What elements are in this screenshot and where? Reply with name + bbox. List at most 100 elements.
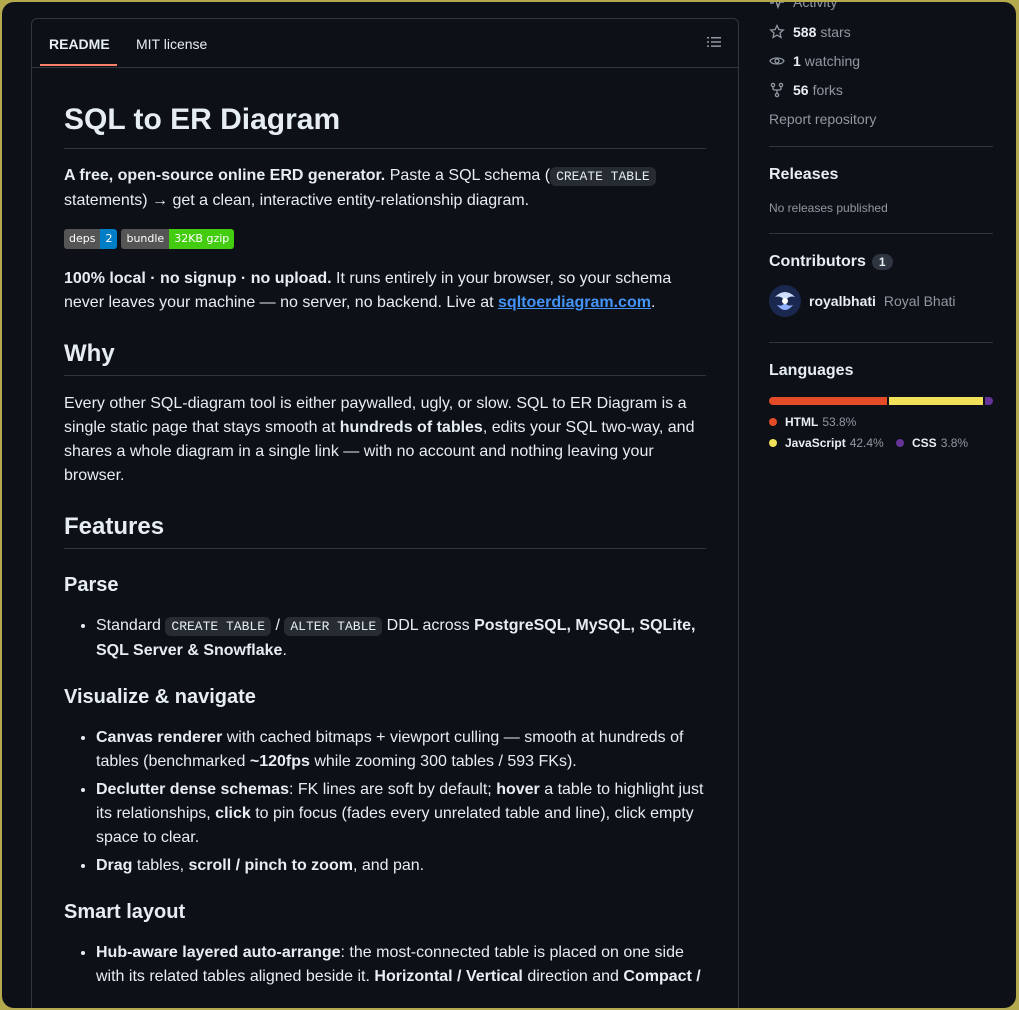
- language-segment-html: [769, 397, 888, 405]
- window-frame: README MIT license SQL to ER Diagram A f…: [2, 2, 1016, 1008]
- visualize-heading: Visualize & navigate: [64, 685, 256, 708]
- avatar: [769, 285, 801, 317]
- badge-key: bundle: [121, 228, 170, 249]
- language-segment-javascript: [889, 397, 983, 405]
- watching-link[interactable]: 1 watching: [769, 53, 860, 69]
- stars-count: 588: [793, 24, 817, 40]
- intro-paragraph: A free, open-source online ERD generator…: [64, 164, 706, 213]
- divider: [769, 146, 993, 147]
- parse-heading: Parse: [64, 573, 119, 596]
- activity-label: Activity: [793, 2, 838, 10]
- text: tables,: [132, 856, 189, 874]
- tab-mit-license[interactable]: MIT license: [136, 36, 207, 52]
- local-paragraph: 100% local · no signup · no upload. It r…: [64, 267, 706, 315]
- local-bold: 100% local · no signup · no upload.: [64, 269, 332, 287]
- language-css[interactable]: CSS 3.8%: [896, 436, 968, 450]
- outline-list-icon[interactable]: [706, 34, 722, 55]
- releases-empty-text: No releases published: [769, 201, 888, 215]
- bold-text: Drag: [96, 856, 133, 874]
- forks-label: forks: [812, 82, 843, 98]
- language-color-dot: [896, 439, 904, 447]
- language-name: CSS: [912, 436, 937, 450]
- activity-link[interactable]: Activity: [769, 2, 837, 10]
- list-item: Canvas renderer with cached bitmaps + vi…: [96, 726, 706, 774]
- forks-link[interactable]: 56 forks: [769, 82, 843, 98]
- contributor-name: Royal Bhati: [883, 293, 956, 309]
- contributor-row[interactable]: royalbhati Royal Bhati: [769, 285, 956, 317]
- text: .: [282, 641, 287, 659]
- forks-count: 56: [793, 82, 809, 98]
- layout-list: Hub-aware layered auto-arrange: the most…: [64, 941, 706, 989]
- language-segment-css: [984, 397, 993, 405]
- text: while zooming 300 tables / 593 FKs).: [309, 752, 577, 770]
- markdown-body: SQL to ER Diagram A free, open-source on…: [64, 67, 706, 993]
- list-item: Drag tables, scroll / pinch to zoom, and…: [96, 854, 706, 878]
- contributors-heading[interactable]: Contributors 1: [769, 253, 893, 271]
- site-link[interactable]: sqltoerdiagram.com: [498, 294, 651, 311]
- bold-text: Horizontal / Vertical: [374, 967, 523, 985]
- fork-icon: [770, 82, 784, 98]
- language-percent: 42.4%: [849, 436, 884, 450]
- readme-panel: README MIT license SQL to ER Diagram A f…: [31, 18, 739, 1008]
- stars-label: stars: [820, 24, 851, 40]
- deps-badge[interactable]: deps 2: [64, 228, 118, 249]
- intro-bold: A free, open-source online ERD generator…: [64, 166, 386, 184]
- why-paragraph: Every other SQL-diagram tool is either p…: [64, 392, 706, 488]
- badge-value: 2: [100, 228, 118, 249]
- list-item: Standard CREATE TABLE / ALTER TABLE DDL …: [96, 614, 706, 663]
- text: Standard: [96, 616, 166, 634]
- list-item: Hub-aware layered auto-arrange: the most…: [96, 941, 706, 989]
- text: /: [271, 616, 285, 634]
- layout-heading: Smart layout: [64, 900, 186, 923]
- stars-link[interactable]: 588 stars: [769, 24, 851, 40]
- language-color-dot: [769, 418, 777, 426]
- intro-text: Paste a SQL schema (: [385, 166, 551, 184]
- badge-key: deps: [64, 228, 101, 249]
- bold-text: Hub-aware layered auto-arrange: [96, 943, 341, 961]
- bold-text: scroll / pinch to zoom: [188, 856, 353, 874]
- local-end: .: [650, 293, 656, 311]
- visualize-list: Canvas renderer with cached bitmaps + vi…: [64, 726, 706, 878]
- bold-text: ~120fps: [249, 752, 310, 770]
- star-icon: [769, 24, 785, 39]
- bold-text: Compact /: [623, 967, 701, 985]
- parse-list: Standard CREATE TABLE / ALTER TABLE DDL …: [64, 614, 706, 663]
- text: : FK lines are soft by default;: [288, 780, 497, 798]
- active-tab-indicator: [40, 64, 117, 66]
- contributors-label: Contributors: [769, 253, 866, 270]
- bold-text: hover: [496, 780, 540, 798]
- report-repository-link[interactable]: Report repository: [769, 111, 876, 127]
- text: direction and: [522, 967, 624, 985]
- text: , and pan.: [352, 856, 425, 874]
- language-javascript[interactable]: JavaScript 42.4%: [769, 436, 884, 450]
- eye-icon: [769, 57, 785, 65]
- code-alter-table: ALTER TABLE: [284, 616, 383, 636]
- why-heading: Why: [64, 339, 706, 376]
- tab-readme[interactable]: README: [49, 36, 110, 52]
- releases-heading[interactable]: Releases: [769, 166, 838, 184]
- features-heading: Features: [64, 512, 706, 549]
- language-name: HTML: [785, 415, 819, 429]
- language-percent: 3.8%: [940, 436, 969, 450]
- language-name: JavaScript: [785, 436, 846, 450]
- text: DDL across: [382, 616, 475, 634]
- bundle-badge[interactable]: bundle 32KB gzip: [121, 228, 235, 249]
- list-item: Declutter dense schemas: FK lines are so…: [96, 778, 706, 850]
- languages-bar: [769, 397, 993, 405]
- languages-heading: Languages: [769, 362, 854, 379]
- intro-text-2: statements) → get a clean, interactive e…: [64, 191, 530, 209]
- readme-title: SQL to ER Diagram: [64, 67, 706, 149]
- badge-value: 32KB gzip: [169, 228, 235, 249]
- contributors-count-badge: 1: [871, 254, 893, 270]
- divider: [769, 342, 993, 343]
- divider: [769, 233, 993, 234]
- code-create-table: CREATE TABLE: [165, 616, 272, 636]
- pulse-icon: [770, 2, 784, 10]
- language-color-dot: [769, 439, 777, 447]
- contributor-login: royalbhati: [809, 293, 876, 309]
- bold-text: Canvas renderer: [96, 728, 223, 746]
- watching-label: watching: [804, 53, 861, 69]
- code-create-table: CREATE TABLE: [550, 166, 656, 186]
- language-percent: 53.8%: [822, 415, 857, 429]
- language-html[interactable]: HTML 53.8%: [769, 415, 856, 429]
